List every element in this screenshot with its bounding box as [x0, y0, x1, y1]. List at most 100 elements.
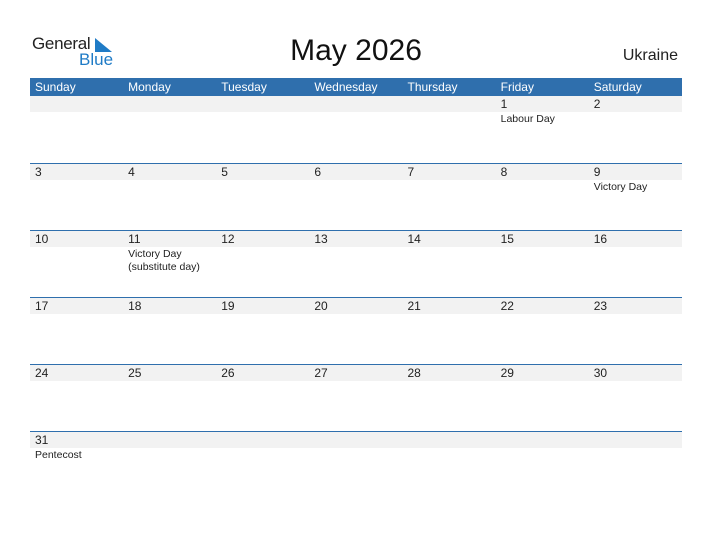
day-number	[314, 96, 402, 112]
day-cell: 24	[30, 365, 123, 431]
day-cell: 13	[309, 231, 402, 297]
week-row: 31 Pentecost	[30, 431, 682, 498]
day-cell	[30, 96, 123, 163]
day-cell: 4	[123, 164, 216, 230]
day-number: 28	[407, 366, 421, 380]
day-number: 8	[500, 165, 508, 179]
weekday-monday: Monday	[128, 80, 171, 94]
day-cell: 19	[216, 298, 309, 364]
day-cell: 28	[403, 365, 496, 431]
weekday-saturday: Saturday	[593, 80, 642, 94]
day-cell	[496, 432, 589, 498]
day-cell: 27	[309, 365, 402, 431]
day-cell: 10	[30, 231, 123, 297]
day-number	[221, 432, 309, 448]
day-number: 9	[593, 165, 601, 179]
day-number: 22	[500, 299, 514, 313]
day-cell: 12	[216, 231, 309, 297]
day-cell: 2	[589, 96, 682, 163]
day-cell: 30	[589, 365, 682, 431]
day-number: 6	[314, 165, 322, 179]
day-number	[501, 432, 589, 448]
day-cell: 31 Pentecost	[30, 432, 123, 498]
day-cell: 5	[216, 164, 309, 230]
day-number: 18	[128, 299, 142, 313]
day-cell: 25	[123, 365, 216, 431]
day-cell: 17	[30, 298, 123, 364]
day-cell: 6	[309, 164, 402, 230]
day-cell	[123, 96, 216, 163]
day-number: 4	[128, 165, 135, 179]
day-number: 13	[314, 232, 328, 246]
day-cell	[403, 96, 496, 163]
holiday-label: Pentecost	[35, 449, 82, 461]
day-number: 25	[128, 366, 142, 380]
day-number: 26	[221, 366, 235, 380]
day-cell: 11 Victory Day (substitute day)	[123, 231, 216, 297]
day-cell: 7	[403, 164, 496, 230]
weekday-tuesday: Tuesday	[221, 80, 267, 94]
week-row: 17 18 19 20 21 22 23	[30, 297, 682, 364]
day-number: 12	[221, 232, 235, 246]
day-cell	[216, 96, 309, 163]
day-cell: 23	[589, 298, 682, 364]
week-row: 3 4 5 6 7 8 9 Victory Day	[30, 163, 682, 230]
day-cell: 3	[30, 164, 123, 230]
day-cell: 21	[403, 298, 496, 364]
day-cell: 20	[309, 298, 402, 364]
day-cell: 15	[496, 231, 589, 297]
weekday-header: Sunday Monday Tuesday Wednesday Thursday…	[30, 78, 682, 96]
day-number: 27	[314, 366, 328, 380]
day-number: 15	[500, 232, 514, 246]
day-number	[221, 96, 309, 112]
weekday-thursday: Thursday	[407, 80, 458, 94]
day-cell	[403, 432, 496, 498]
day-number: 21	[407, 299, 421, 313]
day-number	[128, 432, 216, 448]
day-cell	[309, 432, 402, 498]
week-row: 1 Labour Day 2	[30, 96, 682, 163]
week-row: 24 25 26 27 28 29 30	[30, 364, 682, 431]
day-cell: 29	[496, 365, 589, 431]
calendar-title: May 2026	[290, 34, 422, 67]
day-number	[314, 432, 402, 448]
day-number: 16	[593, 232, 608, 246]
day-number: 23	[593, 299, 608, 313]
day-number	[594, 432, 682, 448]
country-label: Ukraine	[622, 47, 678, 64]
day-cell: 14	[403, 231, 496, 297]
calendar-grid: Sunday Monday Tuesday Wednesday Thursday…	[30, 78, 682, 498]
day-cell: 18	[123, 298, 216, 364]
day-number: 24	[35, 366, 49, 380]
day-number: 30	[593, 366, 608, 380]
day-number	[408, 96, 496, 112]
day-cell: 26	[216, 365, 309, 431]
weekday-sunday: Sunday	[35, 80, 76, 94]
day-number	[35, 96, 123, 112]
day-number: 11	[128, 232, 141, 246]
day-cell	[216, 432, 309, 498]
day-cell: 1 Labour Day	[496, 96, 589, 163]
day-number	[128, 96, 216, 112]
holiday-label: Labour Day	[500, 113, 555, 125]
day-cell: 22	[496, 298, 589, 364]
day-number: 10	[35, 232, 49, 246]
day-cell: 9 Victory Day	[589, 164, 682, 230]
day-number: 3	[35, 165, 42, 179]
holiday-label: Victory Day	[593, 181, 648, 193]
day-cell: 8	[496, 164, 589, 230]
day-number: 5	[221, 165, 228, 179]
week-row: 10 11 Victory Day (substitute day) 12 13 14 15 1…	[30, 230, 682, 297]
day-cell	[589, 432, 682, 498]
holiday-label: Victory Day (substitute day)	[128, 248, 200, 273]
weekday-friday: Friday	[500, 80, 534, 94]
day-number: 7	[407, 165, 415, 179]
day-number: 17	[35, 299, 49, 313]
day-number: 31	[35, 433, 49, 447]
day-number: 29	[500, 366, 514, 380]
weekday-wednesday: Wednesday	[314, 80, 378, 94]
day-number: 1	[500, 97, 508, 111]
day-number: 2	[593, 97, 601, 111]
day-cell	[123, 432, 216, 498]
day-number	[408, 432, 496, 448]
